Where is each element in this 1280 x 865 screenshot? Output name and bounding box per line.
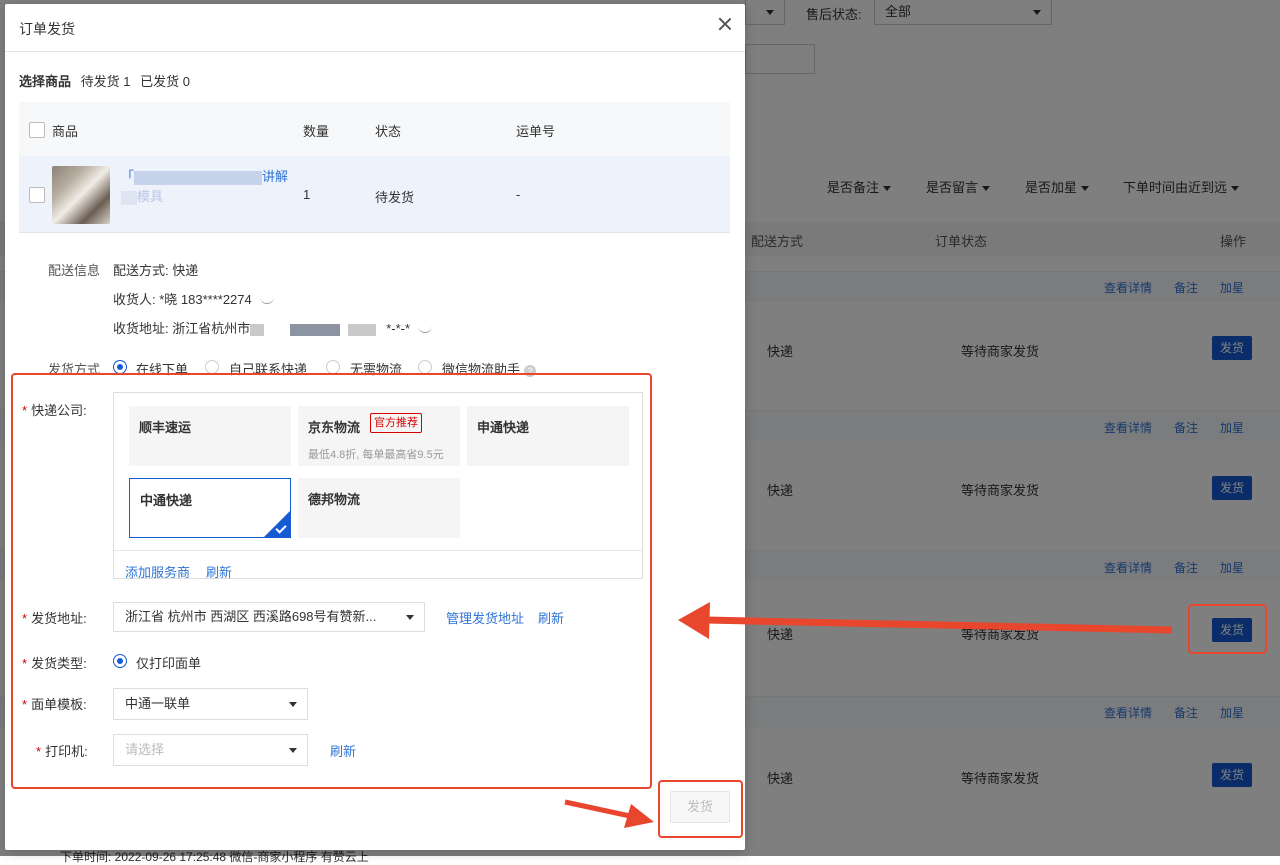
annotation-arrows: [564, 602, 1173, 828]
arrow-right-icon: [564, 799, 654, 828]
arrow-left-icon: [678, 602, 1173, 639]
